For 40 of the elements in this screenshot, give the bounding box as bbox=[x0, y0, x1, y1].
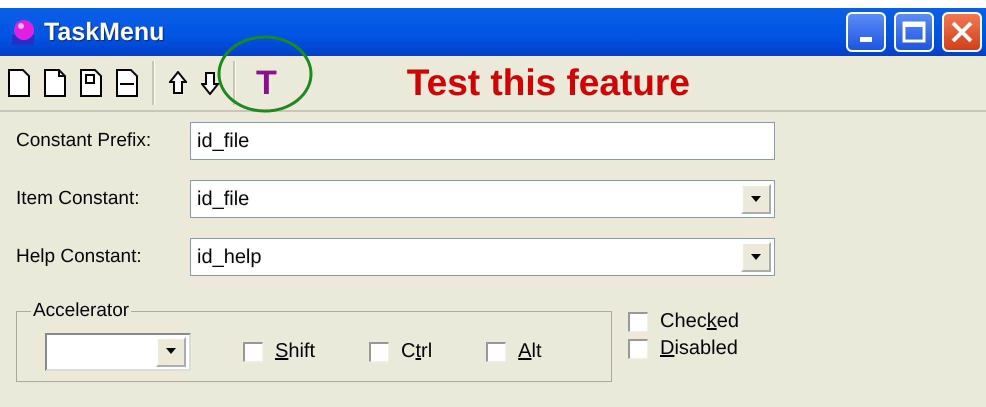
minimize-button[interactable] bbox=[846, 12, 886, 52]
checkbox[interactable]: Disabled bbox=[628, 337, 739, 360]
separator-page-button[interactable] bbox=[116, 69, 138, 97]
field-label: Item Constant: bbox=[16, 188, 141, 210]
page-icon bbox=[80, 69, 102, 97]
minimize-icon bbox=[860, 36, 872, 42]
move-down-button[interactable] bbox=[201, 71, 219, 95]
dropdown-arrow-icon bbox=[165, 348, 177, 355]
app-icon bbox=[10, 17, 36, 47]
combo-box[interactable]: id_file bbox=[190, 180, 775, 218]
maximize-icon bbox=[902, 21, 926, 43]
page-icon bbox=[44, 69, 66, 97]
checkbox[interactable]: Ctrl bbox=[369, 340, 432, 363]
field-label: Constant Prefix: bbox=[16, 130, 152, 152]
move-up-button[interactable] bbox=[169, 71, 187, 95]
page-icon bbox=[8, 69, 30, 97]
input-field[interactable]: id_file bbox=[190, 122, 775, 160]
checkbox[interactable]: Alt bbox=[486, 340, 542, 363]
test-button[interactable]: T bbox=[250, 64, 283, 102]
group-title: Accelerator bbox=[32, 300, 130, 322]
field-label: Help Constant: bbox=[16, 246, 143, 268]
up-arrow-icon bbox=[169, 71, 187, 95]
dropdown-button[interactable] bbox=[741, 242, 771, 272]
dropdown-button[interactable] bbox=[156, 336, 186, 366]
sub-page-button[interactable] bbox=[80, 69, 102, 97]
dropdown-arrow-icon bbox=[750, 196, 762, 202]
annotation-text: Test this feature bbox=[406, 62, 690, 104]
maximize-button[interactable] bbox=[894, 12, 934, 52]
page-icon bbox=[116, 69, 138, 97]
down-arrow-icon bbox=[201, 71, 219, 95]
window-title: TaskMenu bbox=[44, 18, 166, 46]
new-item-button[interactable] bbox=[8, 69, 30, 97]
checkbox[interactable]: Shift bbox=[243, 340, 316, 363]
close-icon bbox=[950, 20, 974, 44]
checkbox[interactable]: Checked bbox=[628, 310, 739, 333]
combo-box[interactable]: id_help bbox=[190, 238, 775, 276]
new-page-button[interactable] bbox=[44, 69, 66, 97]
dropdown-button[interactable] bbox=[741, 184, 771, 214]
dropdown-arrow-icon bbox=[750, 254, 762, 260]
close-button[interactable] bbox=[942, 12, 982, 52]
